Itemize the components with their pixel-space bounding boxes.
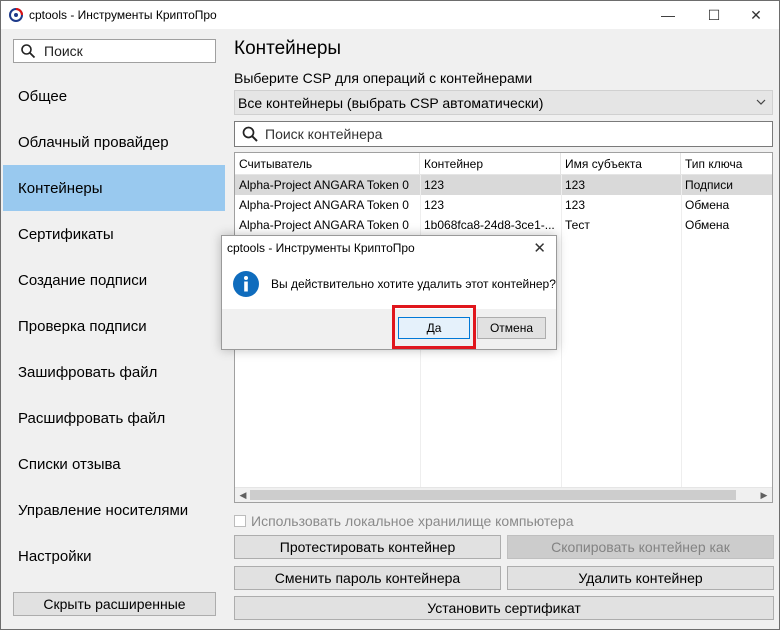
page-title: Контейнеры bbox=[234, 38, 342, 59]
cell-subject: 123 bbox=[565, 198, 586, 212]
sidebar-item-label: Общее bbox=[18, 87, 68, 105]
scroll-right-icon[interactable]: ▶ bbox=[757, 489, 771, 501]
dialog-cancel-button[interactable]: Отмена bbox=[477, 317, 546, 339]
sidebar-search-placeholder: Поиск bbox=[44, 43, 83, 59]
csp-label: Выберите CSP для операций с контейнерами bbox=[234, 70, 533, 86]
copy-container-button[interactable]: Скопировать контейнер как bbox=[507, 535, 774, 559]
scrollbar-thumb[interactable] bbox=[250, 490, 736, 500]
sidebar: Поиск Общее Облачный провайдер Контейнер… bbox=[3, 29, 225, 629]
cryptopro-logo-icon bbox=[9, 8, 23, 22]
sidebar-item-label: Создание подписи bbox=[18, 271, 148, 289]
dialog-close-button[interactable]: ✕ bbox=[533, 239, 546, 257]
table-row[interactable]: Alpha-Project ANGARA Token 0 123 123 Под… bbox=[235, 175, 772, 195]
sidebar-item-label: Настройки bbox=[18, 547, 92, 565]
cell-container: 123 bbox=[424, 198, 445, 212]
column-header-key-type[interactable]: Тип ключа bbox=[681, 153, 772, 175]
cell-reader: Alpha-Project ANGARA Token 0 bbox=[239, 178, 409, 192]
column-header-reader[interactable]: Считыватель bbox=[235, 153, 420, 175]
sidebar-item-label: Расшифровать файл bbox=[18, 409, 166, 427]
sidebar-item-settings[interactable]: Настройки bbox=[3, 533, 225, 579]
csp-selected-value: Все контейнеры (выбрать CSP автоматическ… bbox=[238, 94, 544, 111]
cell-reader: Alpha-Project ANGARA Token 0 bbox=[239, 218, 409, 232]
cell-container: 123 bbox=[424, 178, 445, 192]
sidebar-item-cloud-provider[interactable]: Облачный провайдер bbox=[3, 119, 225, 165]
sidebar-item-certificates[interactable]: Сертификаты bbox=[3, 211, 225, 257]
local-storage-label: Использовать локальное хранилище компьют… bbox=[251, 513, 574, 529]
sidebar-item-decrypt-file[interactable]: Расшифровать файл bbox=[3, 395, 225, 441]
sidebar-item-containers[interactable]: Контейнеры bbox=[3, 165, 225, 211]
horizontal-scrollbar[interactable]: ◀ ▶ bbox=[235, 487, 772, 502]
container-search-input[interactable]: Поиск контейнера bbox=[234, 121, 773, 147]
test-container-button[interactable]: Протестировать контейнер bbox=[234, 535, 501, 559]
sidebar-item-general[interactable]: Общее bbox=[3, 73, 225, 119]
delete-container-button[interactable]: Удалить контейнер bbox=[507, 566, 774, 590]
hide-advanced-button[interactable]: Скрыть расширенные bbox=[13, 592, 216, 616]
column-header-subject[interactable]: Имя субъекта bbox=[561, 153, 681, 175]
maximize-button[interactable]: ☐ bbox=[691, 1, 737, 29]
sidebar-item-label: Списки отзыва bbox=[18, 455, 121, 473]
sidebar-item-revocation-lists[interactable]: Списки отзыва bbox=[3, 441, 225, 487]
sidebar-item-create-signature[interactable]: Создание подписи bbox=[3, 257, 225, 303]
cell-key-type: Подписи bbox=[685, 178, 733, 192]
column-divider bbox=[561, 175, 562, 487]
dialog-footer: Да Отмена bbox=[222, 309, 556, 349]
change-password-button[interactable]: Сменить пароль контейнера bbox=[234, 566, 501, 590]
dialog-message: Вы действительно хотите удалить этот кон… bbox=[271, 277, 556, 291]
sidebar-search-input[interactable]: Поиск bbox=[13, 39, 216, 63]
title-bar: cptools - Инструменты КриптоПро — ☐ ✕ bbox=[1, 1, 779, 29]
sidebar-item-label: Контейнеры bbox=[18, 179, 103, 197]
chevron-down-icon bbox=[756, 99, 766, 105]
highlight-box bbox=[392, 305, 476, 349]
sidebar-item-label: Облачный провайдер bbox=[18, 133, 169, 151]
table-row[interactable]: Alpha-Project ANGARA Token 0 1b068fca8-2… bbox=[235, 215, 772, 235]
sidebar-item-label: Сертификаты bbox=[18, 225, 114, 243]
install-certificate-button[interactable]: Установить сертификат bbox=[234, 596, 774, 620]
table-row[interactable]: Alpha-Project ANGARA Token 0 123 123 Обм… bbox=[235, 195, 772, 215]
column-header-container[interactable]: Контейнер bbox=[420, 153, 561, 175]
cell-reader: Alpha-Project ANGARA Token 0 bbox=[239, 198, 409, 212]
sidebar-item-label: Управление носителями bbox=[18, 501, 189, 519]
search-icon bbox=[21, 44, 36, 59]
minimize-button[interactable]: — bbox=[645, 1, 691, 29]
dialog-title: cptools - Инструменты КриптоПро bbox=[227, 241, 415, 255]
cell-key-type: Обмена bbox=[685, 218, 730, 232]
cell-subject: Тест bbox=[565, 218, 590, 232]
column-divider bbox=[681, 175, 682, 487]
sidebar-item-verify-signature[interactable]: Проверка подписи bbox=[3, 303, 225, 349]
local-storage-checkbox[interactable] bbox=[234, 515, 246, 527]
sidebar-item-media-management[interactable]: Управление носителями bbox=[3, 487, 225, 533]
confirm-delete-dialog: cptools - Инструменты КриптоПро ✕ Вы дей… bbox=[221, 235, 557, 350]
csp-select[interactable]: Все контейнеры (выбрать CSP автоматическ… bbox=[234, 90, 773, 115]
sidebar-item-encrypt-file[interactable]: Зашифровать файл bbox=[3, 349, 225, 395]
sidebar-item-label: Проверка подписи bbox=[18, 317, 147, 335]
local-storage-option[interactable]: Использовать локальное хранилище компьют… bbox=[234, 512, 574, 530]
close-button[interactable]: ✕ bbox=[733, 1, 779, 29]
cell-subject: 123 bbox=[565, 178, 586, 192]
cell-container: 1b068fca8-24d8-3ce1-... bbox=[424, 218, 555, 232]
container-search-placeholder: Поиск контейнера bbox=[265, 126, 383, 142]
search-icon bbox=[242, 126, 258, 142]
scroll-left-icon[interactable]: ◀ bbox=[236, 489, 250, 501]
window-title: cptools - Инструменты КриптоПро bbox=[29, 8, 217, 22]
sidebar-item-label: Зашифровать файл bbox=[18, 363, 158, 381]
info-icon bbox=[233, 271, 259, 297]
cell-key-type: Обмена bbox=[685, 198, 730, 212]
